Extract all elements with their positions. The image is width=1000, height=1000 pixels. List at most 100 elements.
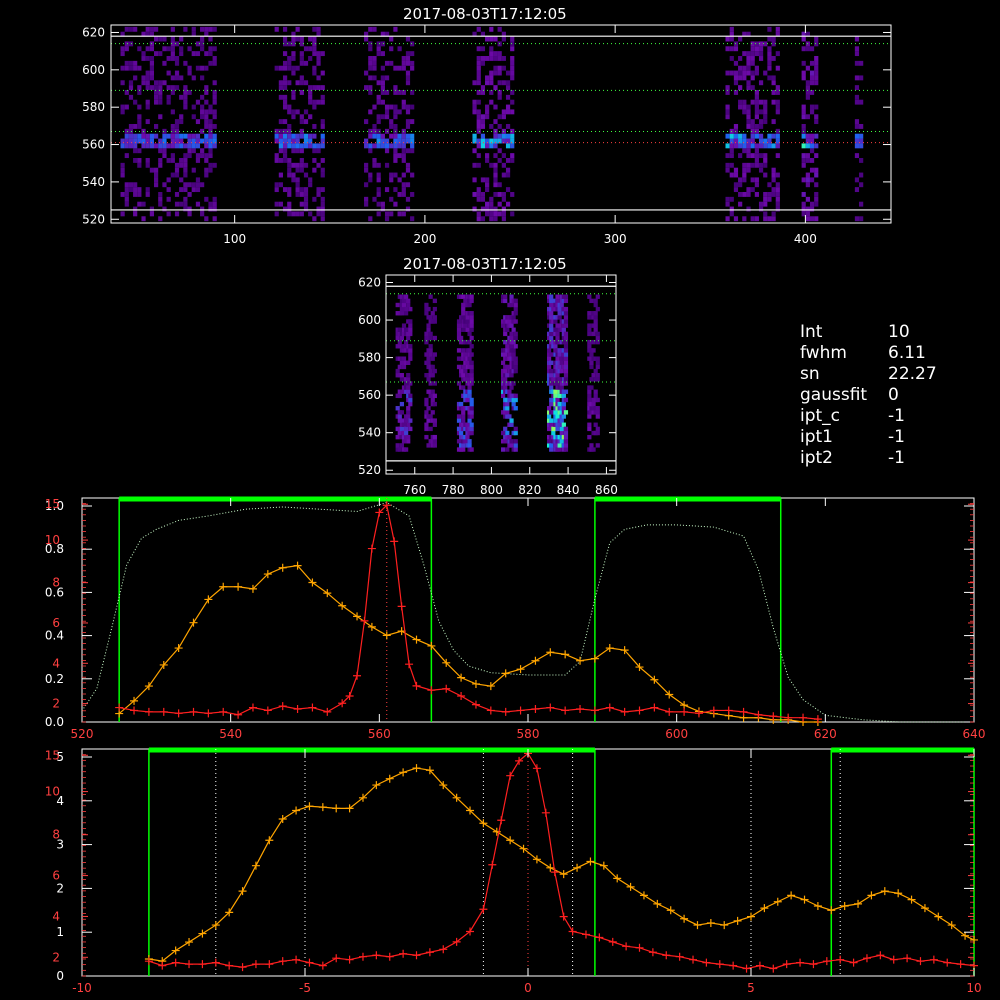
- spectrogram-cell: [513, 302, 518, 308]
- spectrogram-cell: [384, 60, 390, 66]
- spectrogram-cell: [174, 191, 180, 197]
- spectrogram-cell: [505, 138, 511, 144]
- spectrogram-cell: [801, 143, 806, 149]
- spectrogram-cell: [591, 339, 596, 345]
- data-marker: [706, 918, 715, 927]
- spectrogram-cell: [465, 434, 470, 440]
- spectrogram-cell: [501, 65, 506, 71]
- spectrogram-cell: [299, 157, 304, 163]
- spectrogram-cell: [513, 335, 518, 341]
- spectrogram-cell: [299, 114, 304, 120]
- spectrogram-cell: [312, 196, 317, 202]
- spectrogram-cell: [204, 119, 209, 125]
- spectrogram-cell: [805, 46, 810, 52]
- spectrogram-cell: [128, 60, 134, 66]
- spectrogram-cell: [549, 360, 554, 366]
- spectrogram-cell: [493, 177, 498, 183]
- spectrogram-cell: [513, 344, 518, 349]
- y-tick-label: 620: [358, 276, 381, 290]
- data-marker: [590, 654, 599, 663]
- spectrogram-cell: [274, 157, 279, 163]
- spectrogram-cell: [145, 187, 150, 193]
- spectrogram-cell: [559, 302, 564, 308]
- spectrogram-cell: [368, 46, 373, 52]
- spectrogram-cell: [410, 191, 415, 197]
- spectrogram-cell: [428, 315, 433, 320]
- spectrogram-cell: [212, 201, 217, 207]
- wavelength-profile-frame: [81, 497, 975, 723]
- orange-series: [144, 764, 978, 966]
- spectrogram-cell: [204, 196, 209, 202]
- spectrogram-cell: [432, 422, 437, 427]
- spectrogram-cell: [274, 26, 279, 32]
- spectrogram-cell: [195, 143, 201, 149]
- y-tick-label-red: 6: [52, 869, 60, 883]
- data-marker: [308, 703, 317, 712]
- spectrogram-cell: [549, 418, 554, 423]
- spectrogram-cell: [489, 70, 494, 76]
- spectrogram-cell: [742, 51, 747, 57]
- spectrogram-cell: [746, 153, 751, 159]
- spectrogram-cell: [767, 46, 772, 52]
- spectrogram-cell: [758, 46, 764, 52]
- spectrogram-cell: [406, 302, 411, 308]
- spectrogram-cell: [513, 393, 518, 399]
- data-marker: [372, 951, 381, 960]
- spectrogram-cell: [501, 196, 506, 202]
- spectrogram-cell: [183, 157, 188, 163]
- spectrogram-cell: [771, 143, 776, 149]
- spectrogram-cell: [775, 201, 780, 207]
- info-value: -1: [888, 427, 905, 447]
- spectrogram-cell: [174, 172, 180, 178]
- x-tick-label: 620: [814, 727, 837, 741]
- spectrogram-cell: [742, 133, 747, 139]
- spectrogram-cell: [469, 294, 474, 299]
- data-marker: [263, 706, 272, 715]
- spectrogram-cell: [426, 356, 431, 361]
- spectrogram-cell: [501, 447, 506, 452]
- spectrogram-cell: [557, 447, 562, 452]
- spectrogram-cell: [149, 85, 155, 91]
- spectrogram-cell: [469, 422, 474, 427]
- spectrogram-cell: [493, 211, 498, 217]
- spectrogram-cell: [549, 335, 554, 341]
- spectrogram-cell: [145, 75, 150, 81]
- spectrogram-cell: [158, 114, 163, 120]
- spectrogram-cell: [459, 335, 464, 341]
- spectrogram-cell: [547, 348, 552, 353]
- spectrogram-cell: [208, 148, 213, 154]
- spectrogram-cell: [141, 80, 146, 86]
- spectrogram-cell: [312, 143, 317, 149]
- spectrogram-cell: [372, 56, 377, 61]
- spectrogram-cell: [195, 177, 201, 183]
- spectrogram-cell: [187, 206, 192, 212]
- spectrogram-cell: [424, 397, 429, 403]
- spectrogram-cell: [368, 26, 373, 32]
- spectrogram-cell: [549, 381, 554, 386]
- spectrogram-cell: [278, 201, 283, 207]
- y-tick-label-red: 8: [52, 576, 60, 590]
- spectrogram-cell: [208, 201, 213, 207]
- fit-info-panel: Int 10 fwhm 6.11 sn 22.27 gaussfit 0 ipt_c -1 ipt1…: [800, 322, 937, 469]
- spectrogram-cell: [170, 124, 175, 129]
- spectrogram-cell: [405, 182, 411, 188]
- spectrogram-cell: [170, 133, 175, 139]
- spectrogram-cell: [174, 119, 180, 125]
- spectrogram-cell: [461, 372, 466, 378]
- spectrogram-cell: [376, 191, 381, 197]
- spectrogram-cell: [767, 75, 772, 81]
- spectrogram-cell: [195, 201, 201, 207]
- spectrogram-cell: [183, 60, 188, 66]
- spectrogram-cell: [493, 153, 498, 159]
- spectrogram-cell: [775, 65, 780, 71]
- spectrogram-cell: [303, 196, 309, 202]
- spectrogram-cell: [395, 302, 400, 308]
- spectrogram-cell: [493, 182, 498, 188]
- spectrogram-cell: [489, 143, 494, 149]
- spectrogram-cell: [775, 104, 780, 110]
- spectrogram-cell: [814, 153, 819, 159]
- spectrogram-cell: [476, 162, 481, 168]
- spectrogram-cell: [472, 138, 477, 144]
- spectrogram-cell: [742, 167, 747, 173]
- spectrogram-cell: [809, 201, 815, 207]
